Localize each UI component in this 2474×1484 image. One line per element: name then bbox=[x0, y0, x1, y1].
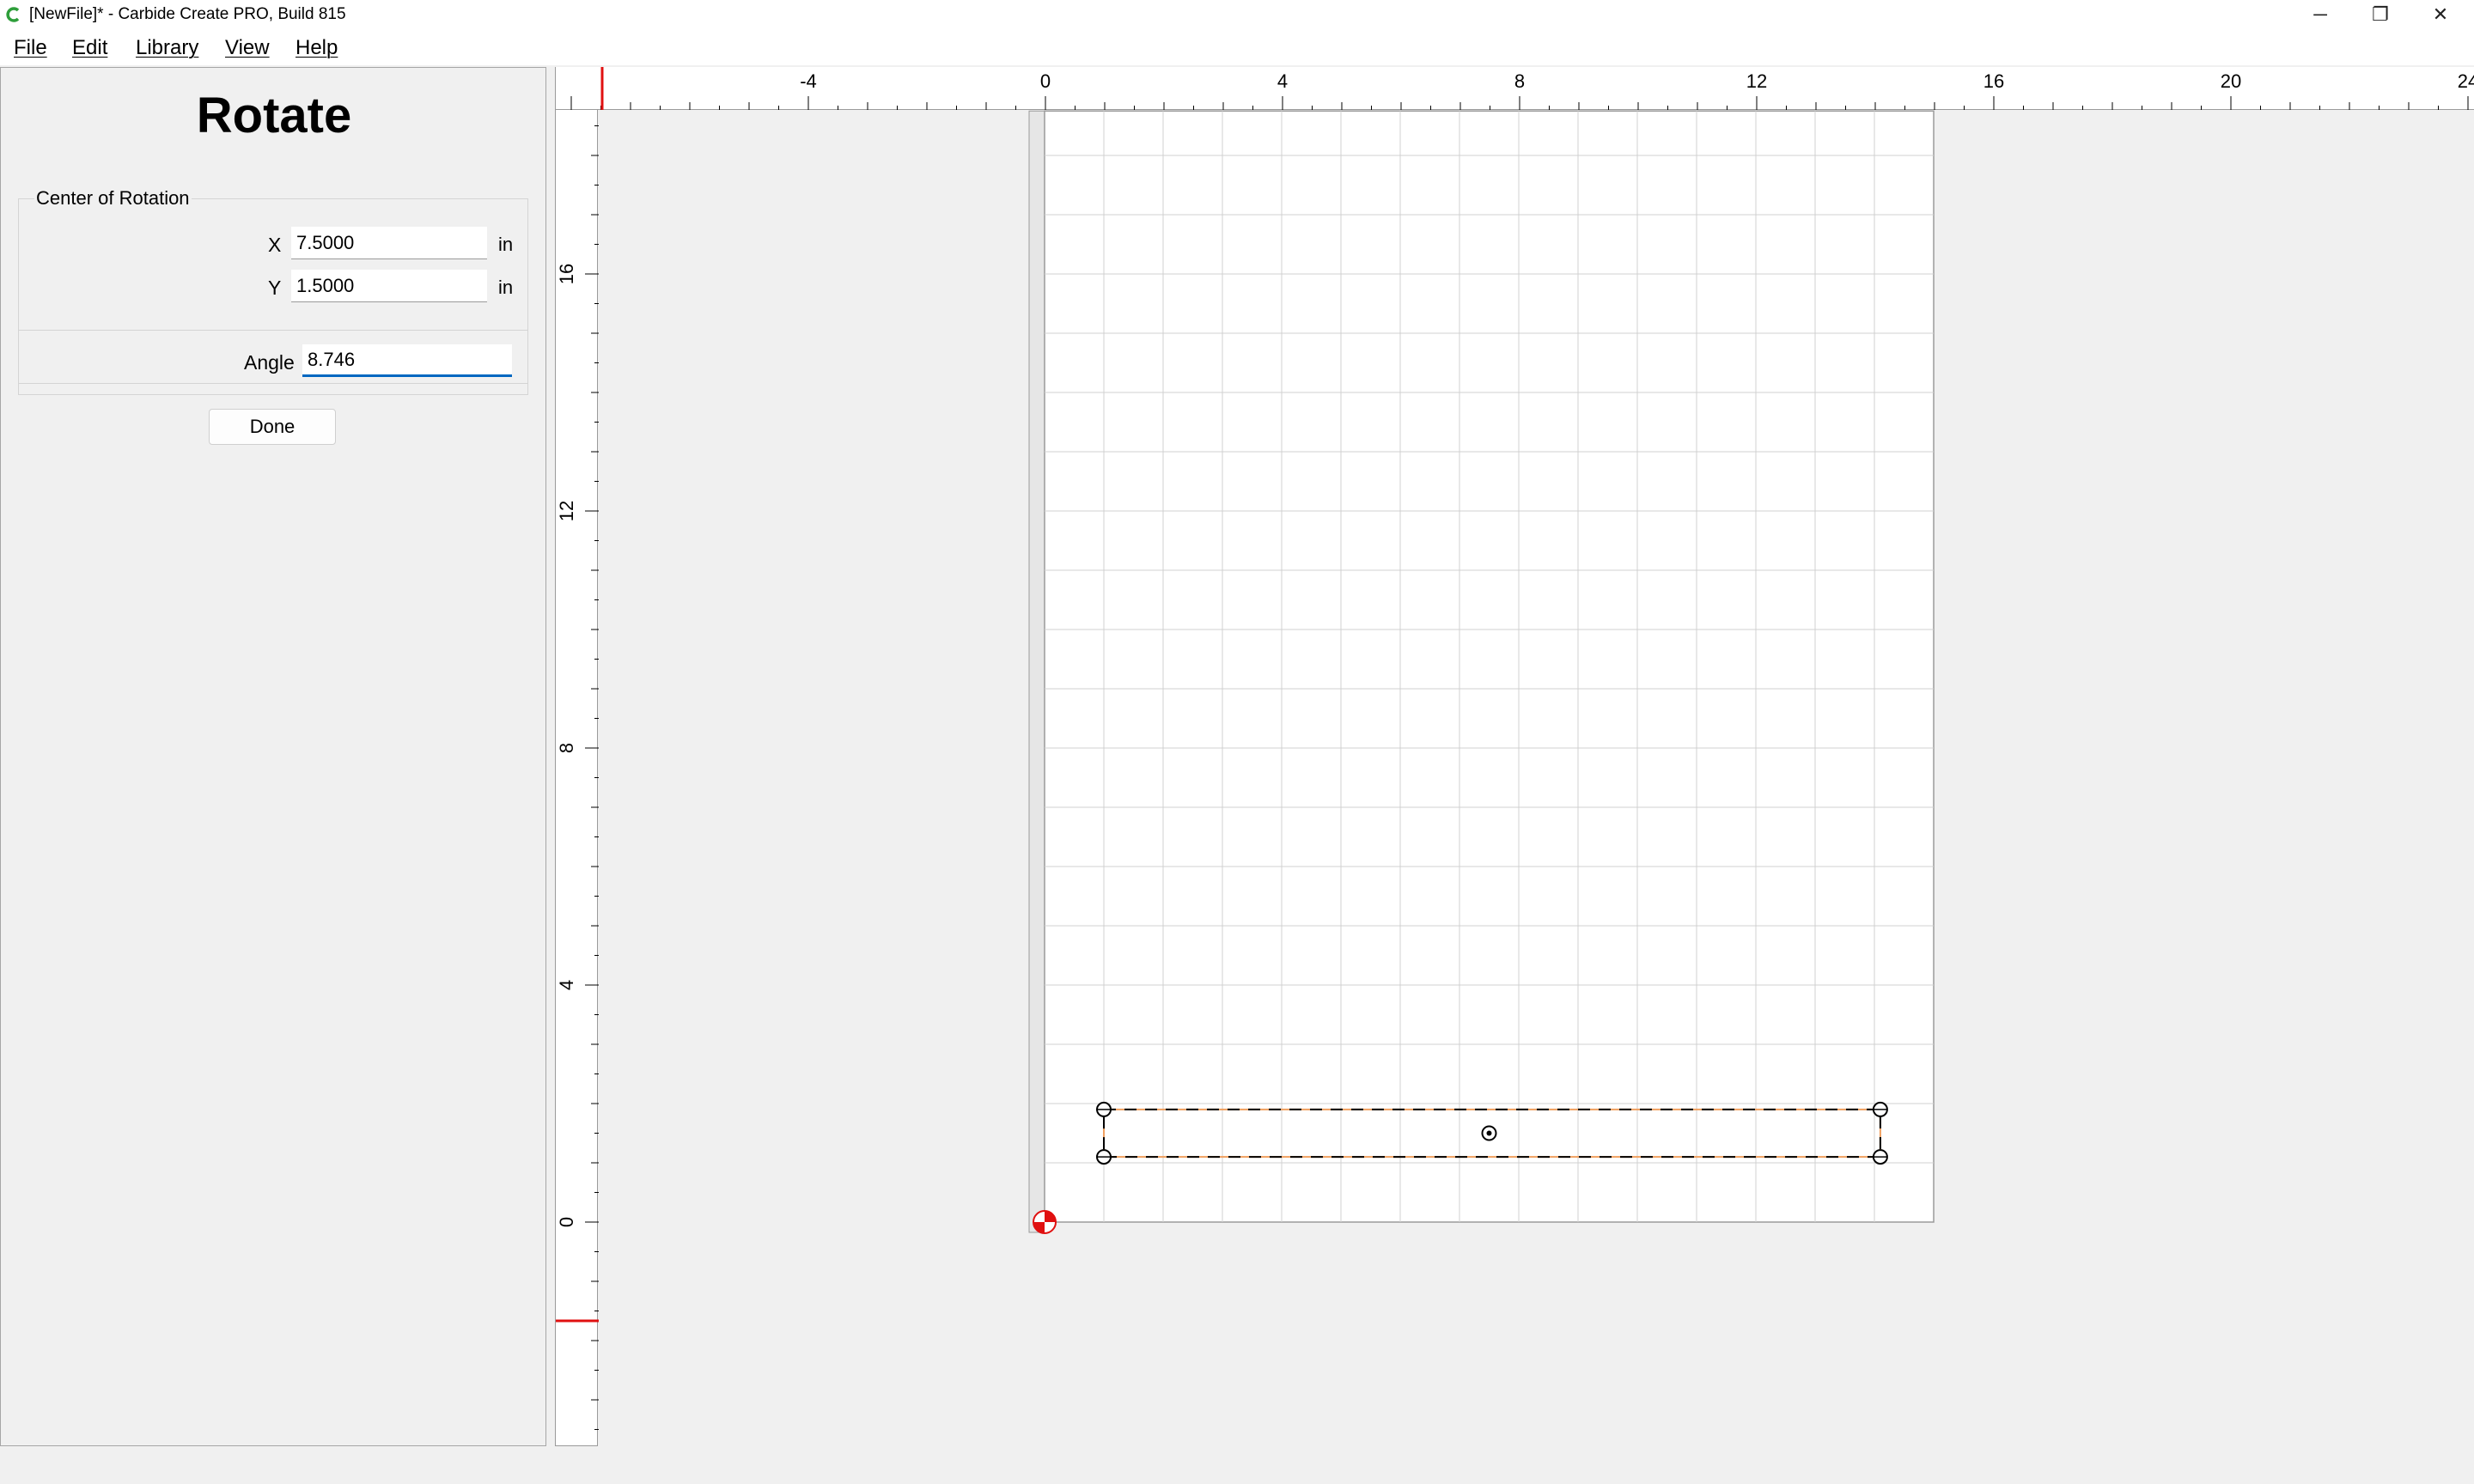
ruler-label: 16 bbox=[1983, 70, 2004, 92]
menu-file[interactable]: File bbox=[14, 36, 47, 60]
menu-view[interactable]: View bbox=[225, 36, 270, 60]
menu-bar: File Edit Library View Help bbox=[0, 29, 2474, 65]
center-x-input[interactable] bbox=[291, 227, 487, 259]
vertical-ruler: 16 12 8 4 0 bbox=[555, 110, 599, 1446]
x-unit: in bbox=[498, 234, 514, 255]
canvas-drawing[interactable] bbox=[599, 110, 2474, 1446]
rotate-panel: Rotate Center of Rotation X in Y in Angl… bbox=[0, 67, 546, 1446]
carbide-c-icon bbox=[6, 7, 20, 22]
rotate-handle-icon bbox=[1096, 1149, 1112, 1165]
ruler-label: 8 bbox=[1514, 70, 1525, 92]
angle-label: Angle bbox=[244, 351, 295, 374]
ruler-label: 4 bbox=[556, 980, 577, 990]
design-canvas[interactable] bbox=[599, 110, 2474, 1446]
ruler-label: 12 bbox=[1746, 70, 1767, 92]
ruler-label: 0 bbox=[556, 1217, 577, 1227]
ruler-label: 20 bbox=[2221, 70, 2241, 92]
ruler-label: 16 bbox=[556, 264, 577, 284]
rotate-handle-icon bbox=[1872, 1149, 1888, 1165]
group-title: Center of Rotation bbox=[34, 187, 192, 210]
maximize-icon[interactable]: ❐ bbox=[2350, 0, 2410, 29]
stock-edge bbox=[1028, 110, 1045, 1233]
rotate-handle-icon bbox=[1096, 1101, 1112, 1117]
y-label: Y bbox=[268, 277, 282, 299]
ruler-label: 12 bbox=[556, 501, 577, 521]
horizontal-ruler: -4 0 4 8 12 16 20 24 bbox=[555, 67, 2474, 110]
panel-title: Rotate bbox=[196, 88, 352, 143]
menu-edit[interactable]: Edit bbox=[72, 36, 107, 60]
center-y-input[interactable] bbox=[291, 270, 487, 302]
close-icon[interactable]: ✕ bbox=[2410, 0, 2471, 29]
ruler-label: 24 bbox=[2458, 70, 2474, 92]
rotate-handle-icon bbox=[1872, 1101, 1888, 1117]
menu-help[interactable]: Help bbox=[296, 36, 338, 60]
ruler-label: 4 bbox=[1277, 70, 1288, 92]
stock-area bbox=[1044, 110, 1935, 1223]
menu-library[interactable]: Library bbox=[136, 36, 198, 60]
x-label: X bbox=[268, 234, 282, 256]
window-title: [NewFile]* - Carbide Create PRO, Build 8… bbox=[29, 5, 346, 23]
ruler-label: 0 bbox=[1040, 70, 1051, 92]
angle-input[interactable] bbox=[302, 344, 512, 377]
minimize-icon[interactable]: ─ bbox=[2290, 0, 2350, 29]
origin-icon bbox=[1033, 1210, 1057, 1234]
ruler-label: -4 bbox=[800, 70, 817, 92]
y-unit: in bbox=[498, 277, 514, 298]
angle-group: Angle bbox=[18, 330, 528, 395]
ruler-label: 8 bbox=[556, 743, 577, 753]
title-bar: [NewFile]* - Carbide Create PRO, Build 8… bbox=[0, 0, 2474, 29]
done-button[interactable]: Done bbox=[209, 409, 336, 445]
